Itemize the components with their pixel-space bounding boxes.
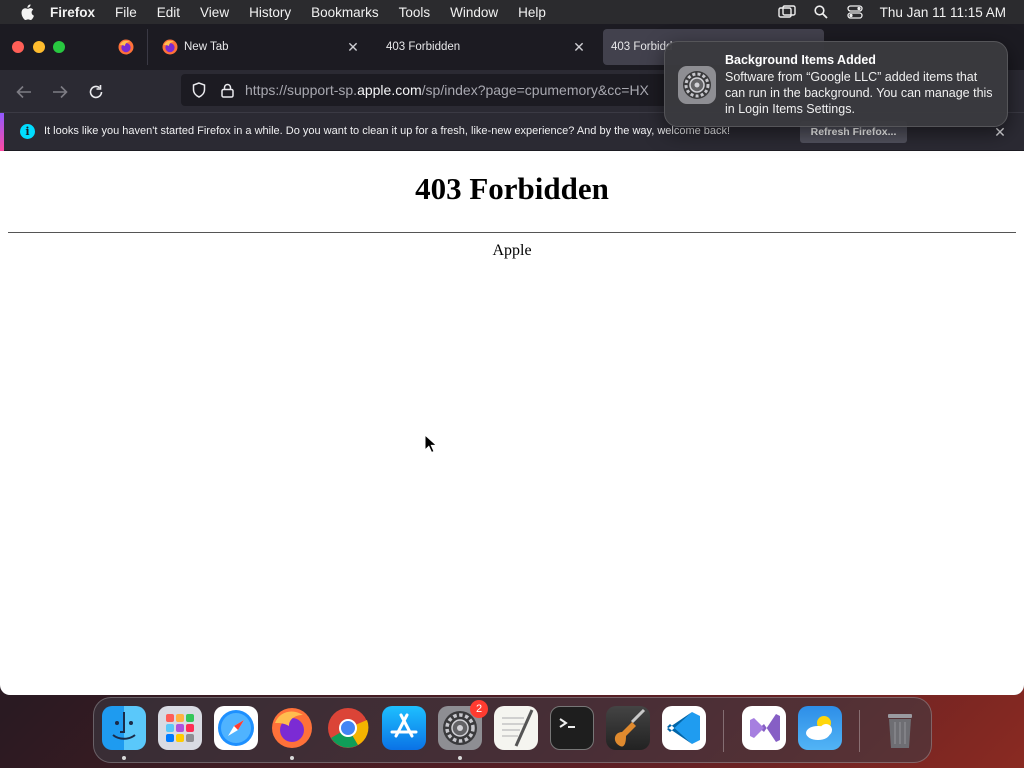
dock-finder-icon[interactable] (102, 706, 146, 750)
arrow-right-icon (53, 85, 68, 99)
firefox-icon (118, 39, 133, 55)
tracking-protection-shield-icon[interactable] (189, 80, 209, 100)
url-path: /sp/index?page=cpumemory&cc=HX (421, 82, 649, 98)
window-maximize-button[interactable] (53, 41, 65, 53)
arrow-left-icon (16, 85, 31, 99)
background-items-notification[interactable]: Background Items Added Software from “Go… (664, 41, 1008, 127)
menu-help[interactable]: Help (518, 5, 546, 20)
close-tab-icon[interactable]: ✕ (344, 38, 362, 56)
menu-bookmarks[interactable]: Bookmarks (311, 5, 379, 20)
dock-weather-icon[interactable] (798, 706, 842, 750)
back-button[interactable] (10, 78, 38, 106)
padlock-icon[interactable] (217, 80, 237, 100)
dock: 2 (93, 697, 932, 763)
close-tab-icon[interactable]: ✕ (570, 38, 588, 56)
menu-tools[interactable]: Tools (399, 5, 431, 20)
dock-trash-icon[interactable] (878, 706, 922, 750)
screen-mirroring-icon[interactable] (777, 3, 796, 21)
page-heading: 403 Forbidden (415, 171, 609, 206)
dock-garageband-icon[interactable] (606, 706, 650, 750)
divider (8, 232, 1016, 233)
menu-file[interactable]: File (115, 5, 137, 20)
dock-vscode-icon[interactable] (662, 706, 706, 750)
url-text[interactable]: https://support-sp.apple.com/sp/index?pa… (245, 82, 649, 98)
menu-clock[interactable]: Thu Jan 11 11:15 AM (880, 5, 1006, 20)
spotlight-search-icon[interactable] (812, 3, 830, 21)
url-prefix: https://support-sp. (245, 82, 358, 98)
dock-separator (859, 710, 860, 752)
notification-body: Software from “Google LLC” added items t… (725, 70, 993, 116)
tab-label: 403 Forbidd (611, 41, 673, 53)
firefox-view-button[interactable] (104, 29, 148, 65)
tab-label: New Tab (184, 41, 229, 53)
menu-window[interactable]: Window (450, 5, 498, 20)
menu-history[interactable]: History (249, 5, 291, 20)
menu-view[interactable]: View (200, 5, 229, 20)
tab-403-forbidden[interactable]: 403 Forbidden ✕ (374, 29, 598, 65)
dock-visual-studio-icon[interactable] (742, 706, 786, 750)
running-indicator (122, 756, 126, 760)
dock-chrome-icon[interactable] (326, 706, 370, 750)
running-indicator (458, 756, 462, 760)
server-signature: Apple (492, 242, 532, 259)
menu-app-name[interactable]: Firefox (50, 5, 95, 20)
dock-system-settings-icon[interactable]: 2 (438, 700, 488, 750)
notification-badge: 2 (470, 700, 488, 718)
running-indicator (290, 756, 294, 760)
reload-button[interactable] (82, 78, 110, 106)
firefox-icon (162, 39, 178, 55)
page-content: 403 Forbidden Apple (0, 151, 1024, 695)
window-minimize-button[interactable] (33, 41, 45, 53)
dock-separator (723, 710, 724, 752)
menu-bar: Firefox File Edit View History Bookmarks… (0, 0, 1024, 24)
dock-app-store-icon[interactable] (382, 706, 426, 750)
dock-textedit-icon[interactable] (494, 706, 538, 750)
forward-button[interactable] (46, 78, 74, 106)
dock-terminal-icon[interactable] (550, 706, 594, 750)
reload-icon (89, 85, 103, 99)
tab-label: 403 Forbidden (386, 41, 461, 53)
notification-title: Background Items Added (725, 53, 876, 67)
dock-firefox-icon[interactable] (270, 706, 314, 750)
system-settings-gear-icon (678, 66, 716, 104)
notification-message: It looks like you haven't started Firefo… (44, 125, 731, 137)
info-icon: i (20, 124, 35, 139)
menu-edit[interactable]: Edit (157, 5, 180, 20)
control-center-icon[interactable] (846, 3, 864, 21)
url-host: apple.com (357, 82, 422, 98)
apple-menu-icon[interactable] (16, 1, 38, 23)
notification-accent-bar (0, 113, 4, 151)
dock-launchpad-icon[interactable] (158, 706, 202, 750)
window-close-button[interactable] (12, 41, 24, 53)
tab-new-tab[interactable]: New Tab ✕ (150, 29, 372, 65)
mouse-cursor-icon (424, 434, 438, 454)
dock-safari-icon[interactable] (214, 706, 258, 750)
